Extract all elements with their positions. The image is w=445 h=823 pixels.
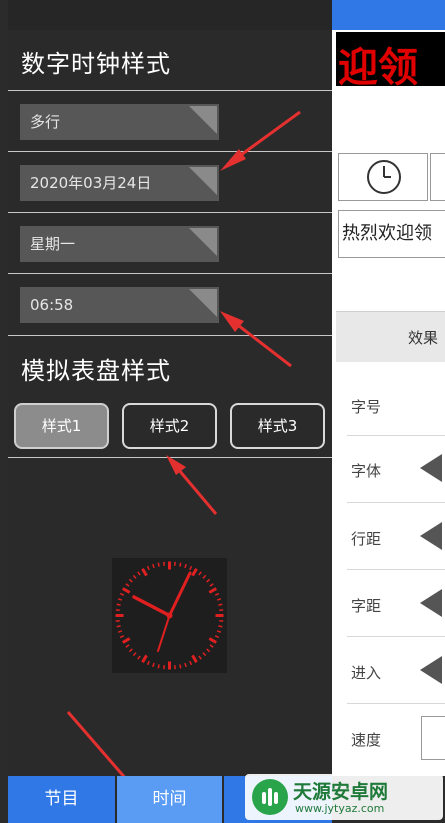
tab-time[interactable]: 时间 [117,776,222,823]
enter-effect-label: 进入 [351,664,382,682]
clock-icon [367,160,401,194]
toolbar-button[interactable] [430,153,445,201]
top-bar [332,0,445,30]
speed-label: 速度 [351,731,382,749]
divider [347,435,445,436]
left-arrow-icon[interactable] [420,656,442,684]
led-banner-text: 迎领 [338,44,418,86]
speed-input[interactable] [421,716,445,760]
preview-panel: 迎领 热烈欢迎领 效果 字号 字体 行距 字距 进入 速度 [332,0,445,776]
clock-insert-button[interactable] [338,153,428,201]
divider [347,569,445,570]
font-family-label: 字体 [351,462,382,480]
line-spacing-label: 行距 [351,530,382,548]
char-spacing-label: 字距 [351,597,382,615]
left-arrow-icon[interactable] [420,522,442,550]
left-arrow-icon[interactable] [420,589,442,617]
divider [347,502,445,503]
left-arrow-icon[interactable] [420,454,442,482]
divider [347,703,445,704]
watermark-url: www.jytyaz.com [295,802,385,815]
android-logo-icon [252,779,288,815]
tab-program[interactable]: 节目 [8,776,115,823]
text-content-input[interactable]: 热烈欢迎领 [338,210,445,258]
annotation-arrows [66,110,301,776]
tab-effect[interactable]: 效果 [336,311,445,362]
clock-settings-panel: 数字时钟样式 多行 2020年03月24日 星期一 06:58 模拟表盘样式 样… [8,0,332,776]
divider [347,636,445,637]
watermark: 天源安卓网 www.jytyaz.com [245,774,443,820]
led-preview[interactable]: 迎领 [336,32,445,86]
font-size-label: 字号 [351,398,382,416]
watermark-brand: 天源安卓网 [293,781,389,803]
